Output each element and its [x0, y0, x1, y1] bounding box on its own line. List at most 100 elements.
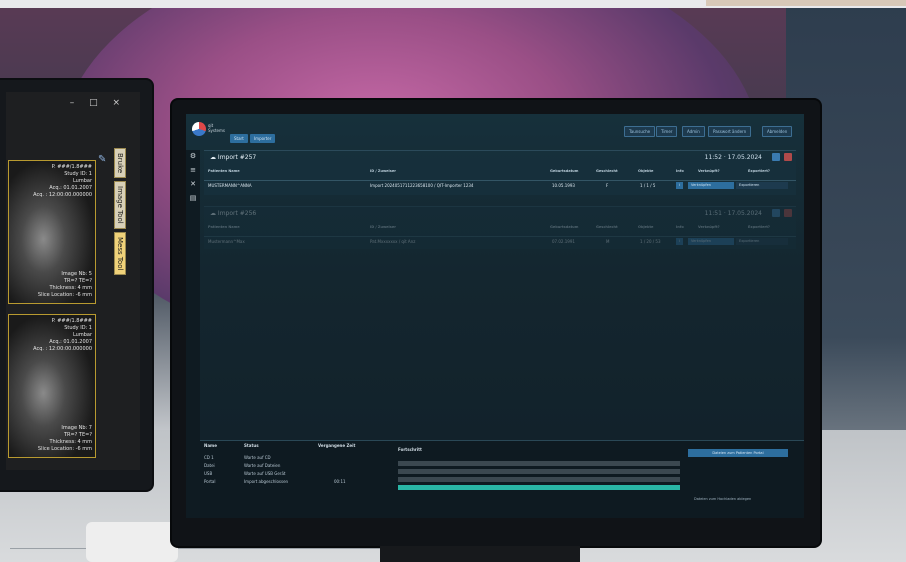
overlay-line: Acq.: 01.01.2007 [49, 185, 92, 191]
start-button[interactable]: Start [230, 134, 248, 143]
import-panel-256: ☁ Import #256 11:51 · 17.05.2024 Patient… [204, 206, 796, 249]
drop-hint: Dateien zum Hochladen ablegen [694, 497, 752, 501]
app-sidebar: ⚙ ≡ ✕ ▤ [186, 150, 200, 518]
cell-birthdate: 10.05.1993 [552, 183, 575, 188]
cell-patient-name: Mustermann^Max [208, 239, 245, 244]
overlay-line: TR=? TE=? [63, 432, 92, 438]
link-button[interactable]: Verknüpfen [688, 238, 734, 245]
import-title: ☁ Import #256 [210, 210, 257, 217]
table-header: Patienten Name ID / Zuweiser Geburtsdatu… [204, 169, 796, 177]
left-monitor: – □ × ✎ Bruke Image Tool Mess Tool P. ##… [0, 80, 152, 490]
status-col-name: Name [204, 443, 217, 448]
left-screen: – □ × ✎ Bruke Image Tool Mess Tool P. ##… [6, 92, 140, 470]
change-password-button[interactable]: Passwort ändern [708, 126, 752, 137]
col-birthdate: Geburtsdatum [550, 225, 579, 229]
status-row-name: Portal [204, 479, 216, 484]
import-title-text: Import #257 [217, 154, 257, 161]
cell-objects: 1 / 1 / 5 [640, 183, 656, 188]
status-row-name: Datei [204, 463, 215, 468]
upload-portal-button[interactable]: Dateien zum Patienten Portal [688, 449, 788, 457]
tab-image-tool[interactable]: Image Tool [114, 181, 126, 229]
overlay-line: Image Nb: 7 [61, 425, 92, 431]
expand-icon[interactable] [772, 209, 780, 217]
list-icon[interactable]: ≡ [189, 166, 197, 174]
overlay-line: TR=? TE=? [63, 278, 92, 284]
link-button[interactable]: Verknüpfen [688, 182, 734, 189]
import-title: ☁ Import #257 [210, 154, 257, 161]
import-time: 11:52 · 17.05.2024 [704, 154, 762, 161]
admin-button[interactable]: Admin [682, 126, 705, 137]
cell-patient-name: MUSTERMANN^ANNA [208, 183, 252, 188]
monitor-stand [380, 546, 580, 562]
overlay-line: Study ID: 1 [64, 325, 92, 331]
status-row-status: Import abgeschlossen [244, 479, 289, 484]
overlay-line: Lumbar [72, 332, 92, 338]
overlay-line: Study ID: 1 [64, 171, 92, 177]
mri-overlay-bottom: Image Nb: 7 TR=? TE=? Thickness: 4 mm Sl… [38, 425, 92, 453]
col-linked: Verknüpft? [698, 169, 720, 173]
main-screen: qit Systems Start Importer Taunsuche Tim… [186, 114, 804, 518]
delete-icon[interactable] [784, 209, 792, 217]
col-exported: Exportiert? [748, 225, 770, 229]
expand-icon[interactable] [772, 153, 780, 161]
cell-birthdate: 07.02.1991 [552, 239, 575, 244]
mri-image-2[interactable]: P. ###/1.8### Study ID: 1 Lumbar Acq.: 0… [8, 314, 96, 458]
col-objects: Objekte [638, 225, 654, 229]
delete-icon[interactable] [784, 153, 792, 161]
table-header: Patienten Name ID / Zuweiser Geburtsdatu… [204, 225, 796, 233]
overlay-line: P. ###/1.8### [51, 164, 92, 170]
table-row[interactable]: Mustermann^Max Pat.Mxxxxxxx / qit Anz 07… [204, 236, 796, 247]
minimize-button[interactable]: – [70, 98, 81, 108]
export-button[interactable]: Exportieren [736, 238, 788, 245]
status-col-time: Vergangene Zeit [318, 443, 356, 448]
info-icon[interactable]: i [676, 182, 683, 189]
logout-button[interactable]: Abmelden [762, 126, 793, 137]
tab-mess-tool[interactable]: Mess Tool [114, 231, 126, 276]
overlay-line: P. ###/1.8### [51, 318, 92, 324]
col-gender: Geschlecht [596, 225, 618, 229]
cell-objects: 1 / 20 / 53 [640, 239, 661, 244]
overlay-line: Acq. : 12:00:00.000000 [33, 346, 92, 352]
window-controls: – □ × [70, 98, 126, 108]
overlay-line: Thickness: 4 mm [49, 439, 93, 445]
progress-bar [398, 477, 680, 482]
col-patient-name: Patienten Name [208, 169, 240, 173]
import-title-text: Import #256 [217, 210, 257, 217]
tools-icon[interactable]: ✕ [189, 180, 197, 188]
status-row-name: CD 1 [204, 455, 214, 460]
mri-overlay-bottom: Image Nb: 5 TR=? TE=? Thickness: 4 mm Sl… [38, 271, 92, 299]
col-info: Info [676, 225, 684, 229]
close-button[interactable]: × [112, 98, 126, 108]
tool-icon[interactable]: ✎ [98, 154, 112, 168]
tool-tabs: Bruke Image Tool Mess Tool [114, 148, 138, 278]
info-icon[interactable]: i [676, 238, 683, 245]
export-button[interactable]: Exportieren [736, 182, 788, 189]
progress-bar [398, 469, 680, 474]
table-row[interactable]: MUSTERMANN^ANNA Import 20240517112236581… [204, 180, 796, 191]
status-row-status: Warte auf USB Gerät [244, 471, 286, 476]
settings-icon[interactable]: ⚙ [189, 152, 197, 160]
status-col-status: Status [244, 443, 259, 448]
status-panel: Name Status Vergangene Zeit Fortschritt … [200, 440, 804, 518]
maximize-button[interactable]: □ [89, 98, 104, 108]
timer-button[interactable]: Timer [656, 126, 678, 137]
tab-bruke[interactable]: Bruke [114, 148, 126, 179]
overlay-line: Slice Location: -6 mm [37, 446, 92, 452]
search-button[interactable]: Taunsuche [624, 126, 656, 137]
col-id: ID / Zuweiser [370, 225, 396, 229]
logo-icon [192, 122, 206, 136]
document-icon[interactable]: ▤ [189, 194, 197, 202]
import-time: 11:51 · 17.05.2024 [704, 210, 762, 217]
status-row-name: USB [204, 471, 213, 476]
main-monitor: qit Systems Start Importer Taunsuche Tim… [172, 100, 820, 546]
col-gender: Geschlecht [596, 169, 618, 173]
mri-image-1[interactable]: P. ###/1.8### Study ID: 1 Lumbar Acq.: 0… [8, 160, 96, 304]
progress-bar [398, 485, 680, 490]
status-row-time: 00:11 [334, 479, 346, 484]
progress-bar [398, 461, 680, 466]
mri-overlay-top: P. ###/1.8### Study ID: 1 Lumbar Acq.: 0… [33, 164, 92, 199]
overlay-line: Acq.: 01.01.2007 [49, 339, 92, 345]
col-linked: Verknüpft? [698, 225, 720, 229]
overlay-line: Slice Location: -6 mm [37, 292, 92, 298]
importer-button[interactable]: Importer [250, 134, 276, 143]
